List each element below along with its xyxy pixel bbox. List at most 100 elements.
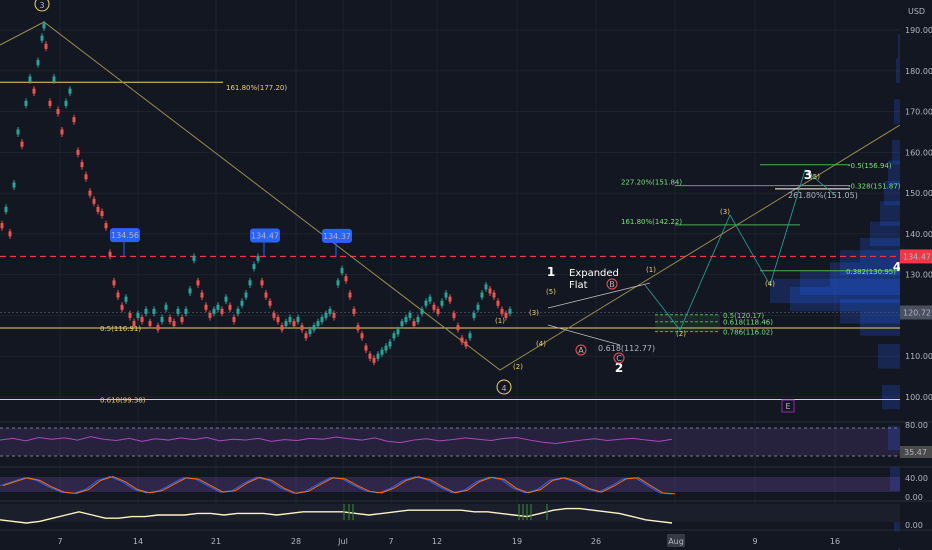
price-candle <box>228 304 232 310</box>
projection-level-label: 0.618(118.46) <box>723 319 773 327</box>
fib-label-161: 161.80%(177.20) <box>226 84 287 92</box>
price-candle <box>288 317 292 323</box>
volume-osc-bar <box>348 504 350 520</box>
wave-label: (1) <box>495 317 505 325</box>
price-candle <box>388 341 392 347</box>
price-candle <box>440 300 444 306</box>
volume-osc-bar <box>530 504 532 520</box>
price-candle <box>88 190 92 196</box>
time-axis-tick: Aug <box>668 537 684 546</box>
price-candle <box>36 60 40 66</box>
price-candle <box>76 149 80 155</box>
price-axis-tick: 110.00 <box>905 352 932 361</box>
price-candle <box>72 117 76 123</box>
price-candle <box>92 198 96 204</box>
price-candle <box>232 317 236 323</box>
price-candle <box>484 284 488 290</box>
price-candle <box>460 337 464 343</box>
vol-band <box>0 504 900 522</box>
price-candle <box>116 292 120 298</box>
volume-profile-bar <box>892 140 900 165</box>
price-candle <box>428 296 432 302</box>
price-candle <box>444 292 448 298</box>
time-axis-tick: 9 <box>752 537 757 546</box>
price-candle <box>224 296 228 302</box>
projection-level-label: 0.786(116.02) <box>723 329 773 337</box>
wave-label: (2) <box>513 363 523 371</box>
price-candle <box>108 251 112 257</box>
volume-profile-bar <box>894 99 900 124</box>
price-candle <box>200 292 204 298</box>
annotation-line1: Expanded <box>569 268 619 279</box>
volume-osc-bar <box>352 504 354 520</box>
price-candle <box>188 288 192 294</box>
wave-label: (1) <box>646 266 656 274</box>
price-axis-tick: 150.00 <box>905 189 932 198</box>
price-candle <box>192 255 196 261</box>
projection-level-label: 227.20%(151.84) <box>621 179 682 187</box>
price-candle <box>296 317 300 323</box>
price-candle <box>216 304 220 310</box>
price-axis-tick: 130.00 <box>905 271 932 280</box>
time-axis-tick: 14 <box>133 537 143 546</box>
time-axis-tick: 12 <box>432 537 442 546</box>
time-axis-tick: 21 <box>211 537 221 546</box>
time-axis-tick: 19 <box>512 537 522 546</box>
price-candle <box>220 308 224 314</box>
rsi-tick: 80.00 <box>905 421 928 430</box>
price-candle <box>300 325 304 331</box>
price-candle <box>16 129 20 135</box>
wave-label: (3) <box>720 208 730 216</box>
price-candle <box>84 174 88 180</box>
wave-label: (2) <box>676 330 686 338</box>
price-candle <box>396 329 400 335</box>
price-candle <box>4 206 8 212</box>
time-axis-tick: 7 <box>57 537 62 546</box>
price-candle <box>492 292 496 298</box>
wave-label: (4) <box>536 340 546 348</box>
price-candle <box>156 325 160 331</box>
wave-label: 3 <box>39 1 44 10</box>
price-candle <box>132 321 136 327</box>
price-candle <box>268 300 272 306</box>
price-candle <box>284 321 288 327</box>
time-axis-tick: 28 <box>291 537 301 546</box>
wave-label: E <box>785 402 790 411</box>
resistance-text: 134.47 <box>903 252 931 261</box>
price-candle <box>80 162 84 168</box>
price-candle <box>404 317 408 323</box>
price-candle <box>56 109 60 115</box>
volume-profile-bar <box>882 384 900 410</box>
price-candle <box>176 308 180 314</box>
price-axis-tick: 100.00 <box>905 393 932 402</box>
price-candle <box>376 353 380 359</box>
price-candle <box>64 100 68 106</box>
wave-label: (3) <box>529 309 539 317</box>
price-candle <box>312 325 316 331</box>
price-candle <box>180 317 184 323</box>
price-candle <box>464 341 468 347</box>
price-candle <box>236 308 240 314</box>
time-axis-tick: Jul <box>337 537 348 546</box>
price-candle <box>24 100 28 106</box>
stock-chart[interactable]: 161.80%(177.20) 0.5(116.91) 0.618(99.38) -0… <box>0 0 932 550</box>
price-axis-tick: 140.00 <box>905 230 932 239</box>
price-label-text: 134.37 <box>323 232 351 241</box>
price-candle <box>248 280 252 286</box>
time-axis-tick: 26 <box>591 537 601 546</box>
price-candle <box>60 129 64 135</box>
target-zone <box>655 314 720 332</box>
price-candle <box>160 317 164 323</box>
current-price-text: 120.72 <box>903 309 931 318</box>
annotation-line2: Flat <box>569 280 588 291</box>
price-candle <box>356 325 360 331</box>
price-candle <box>42 23 46 29</box>
price-candle <box>264 292 268 298</box>
wave-label: B <box>609 280 615 289</box>
price-candle <box>256 255 260 261</box>
price-candle <box>476 304 480 310</box>
price-candle <box>32 88 36 94</box>
price-candle <box>432 304 436 310</box>
projection-level-label: -0.5(156.94) <box>848 162 892 170</box>
price-candle <box>260 280 264 286</box>
